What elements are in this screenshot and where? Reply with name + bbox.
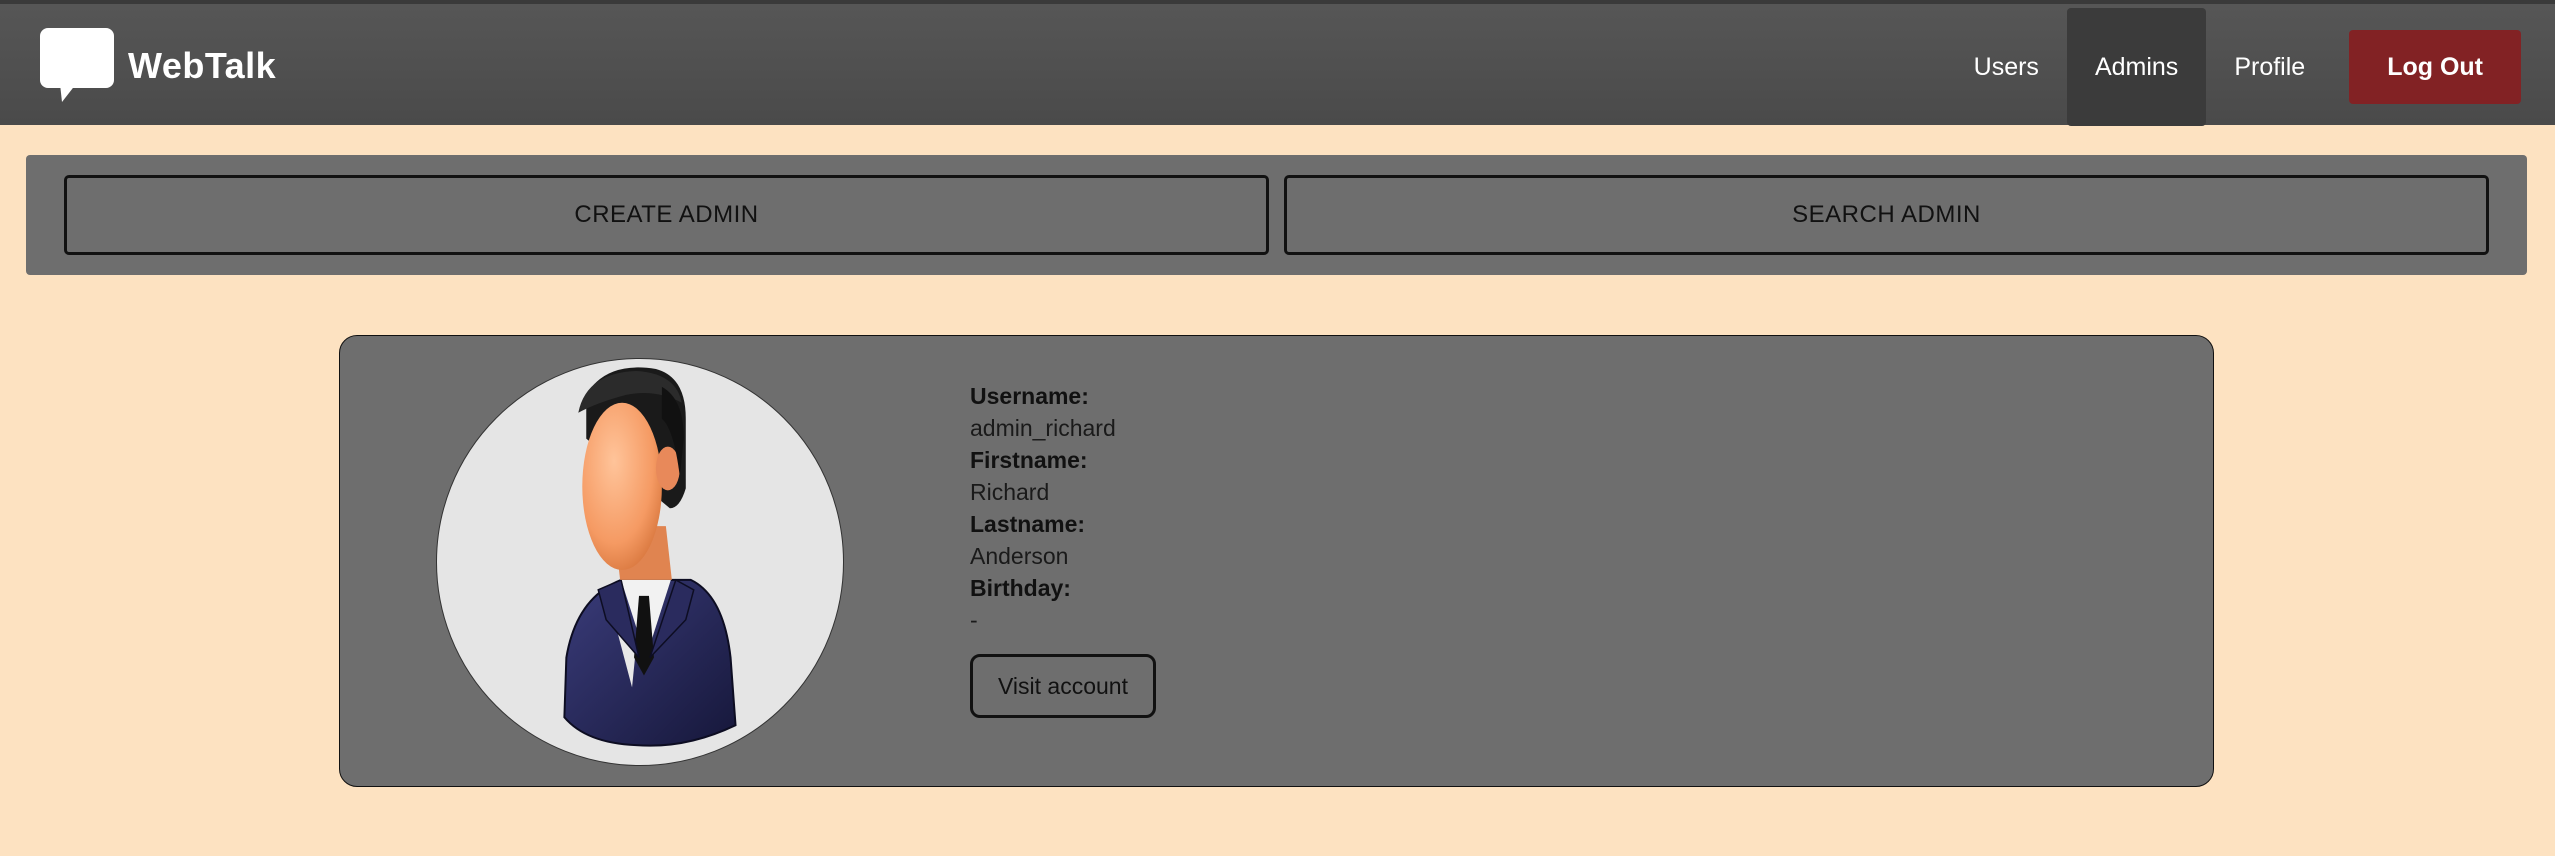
nav-profile-link[interactable]: Profile (2206, 8, 2333, 126)
admin-info: Username: admin_richard Firstname: Richa… (970, 380, 1156, 718)
firstname-value: Richard (970, 479, 1050, 505)
top-navbar: WebTalk Users Admins Profile Log Out (0, 0, 2555, 126)
speech-bubble-icon (40, 28, 114, 102)
nav-users-link[interactable]: Users (1946, 8, 2067, 126)
visit-account-button[interactable]: Visit account (970, 654, 1156, 718)
faceless-businessman-avatar-icon (563, 367, 737, 747)
birthday-label: Birthday: (970, 575, 1071, 601)
lastname-value: Anderson (970, 543, 1069, 569)
username-value: admin_richard (970, 415, 1116, 441)
avatar (436, 358, 844, 766)
admin-card: Username: admin_richard Firstname: Richa… (339, 335, 2214, 787)
logout-button[interactable]: Log Out (2349, 30, 2521, 104)
nav-admins-link[interactable]: Admins (2066, 8, 2207, 126)
search-admin-button[interactable]: SEARCH ADMIN (1284, 175, 2489, 255)
brand[interactable]: WebTalk (40, 28, 276, 104)
lastname-label: Lastname: (970, 511, 1086, 537)
admin-action-bar: CREATE ADMIN SEARCH ADMIN (26, 155, 2527, 275)
birthday-value: - (970, 607, 978, 633)
firstname-label: Firstname: (970, 447, 1088, 473)
nav-links: Users Admins Profile Log Out (1946, 8, 2521, 126)
create-admin-button[interactable]: CREATE ADMIN (64, 175, 1269, 255)
brand-name: WebTalk (128, 45, 277, 86)
username-label: Username: (970, 383, 1089, 409)
